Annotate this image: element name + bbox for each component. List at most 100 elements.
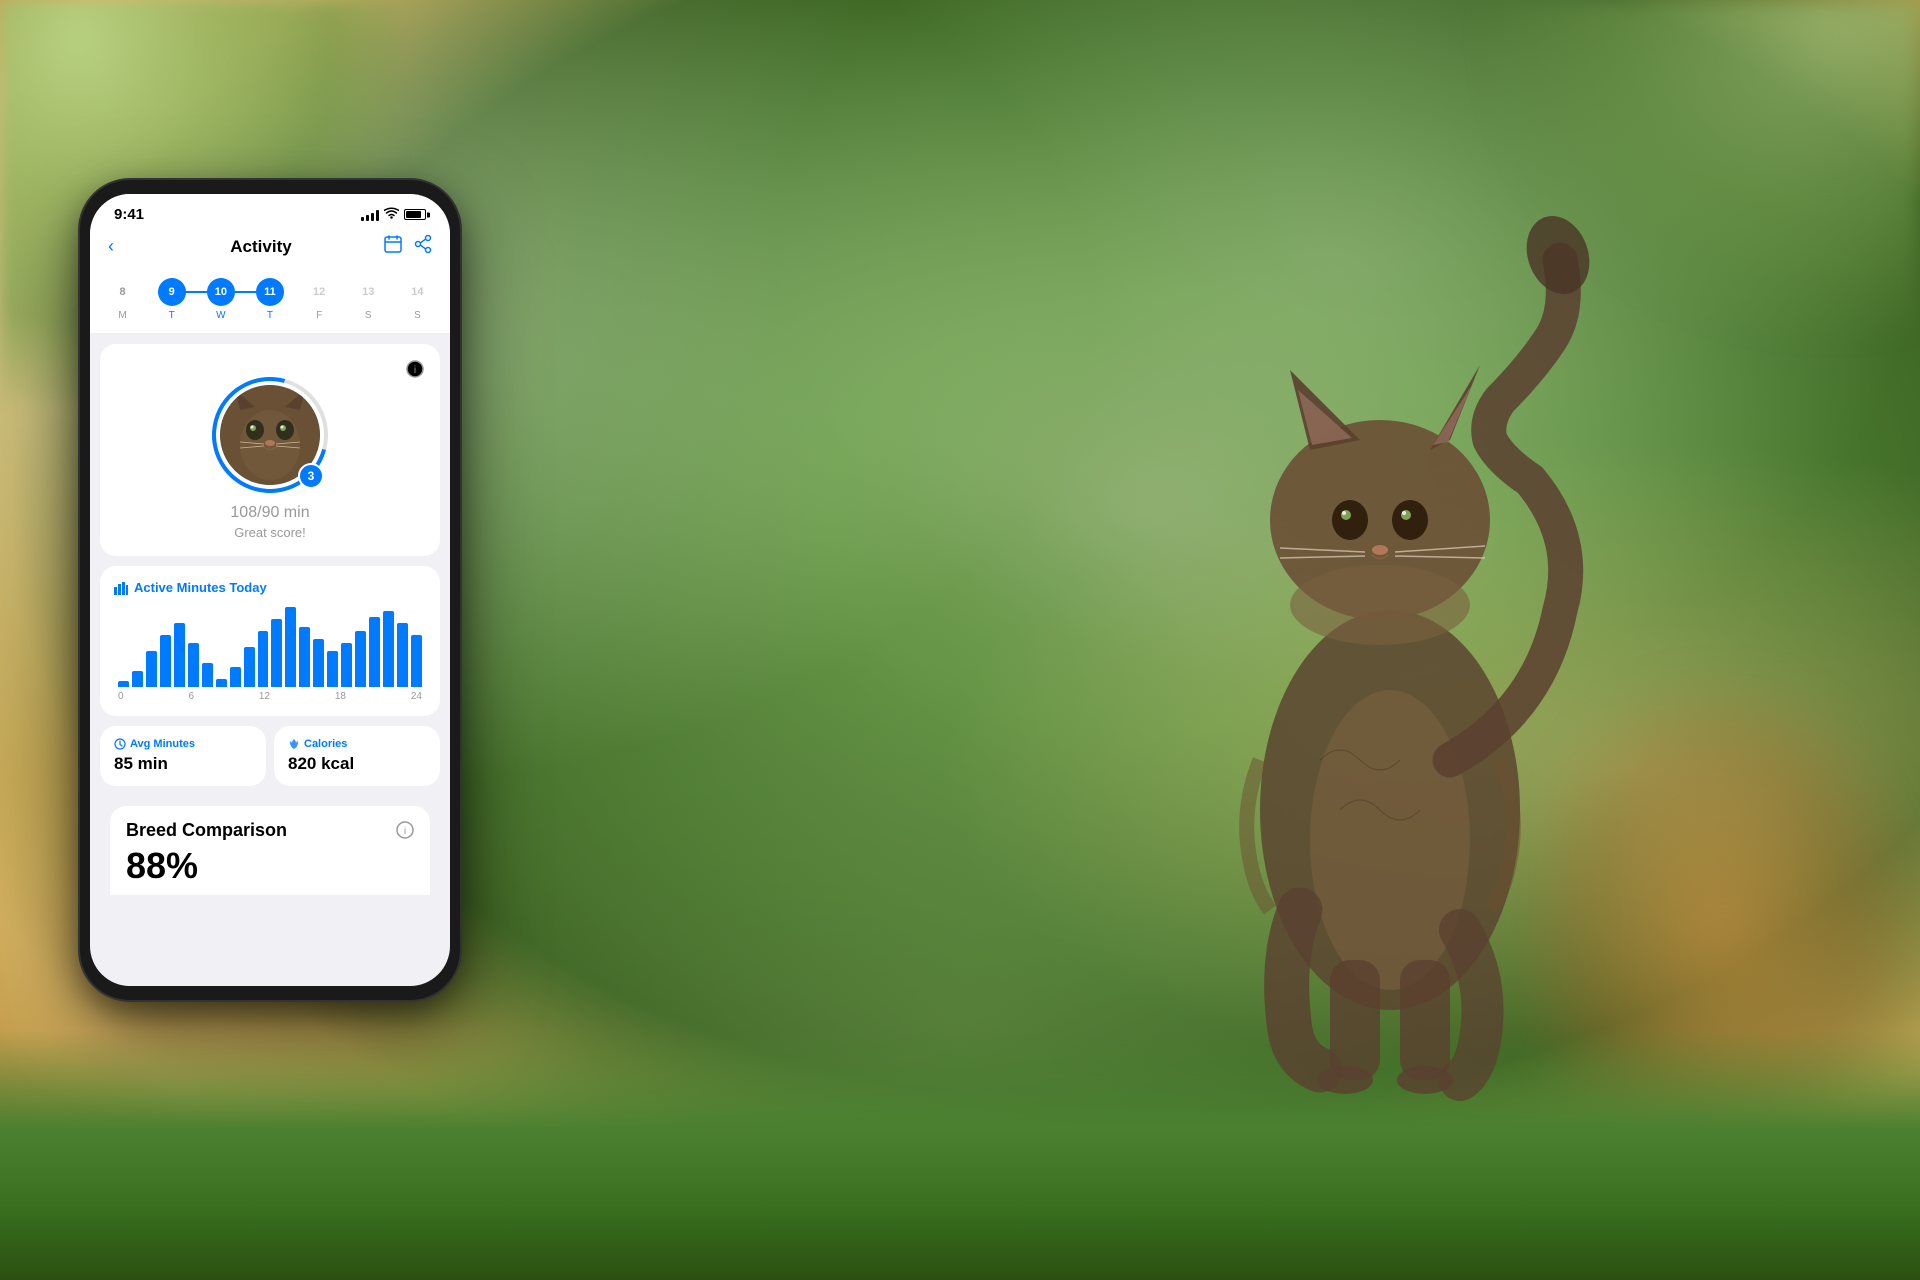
chart-label-12: 12: [259, 691, 270, 702]
date-item-sat[interactable]: 13 S: [354, 278, 382, 321]
signal-bar-3: [371, 213, 374, 221]
chart-bar-9: [230, 667, 241, 687]
chart-title: Active Minutes Today: [114, 580, 426, 595]
date-circle-14[interactable]: 14: [403, 278, 431, 306]
header-icons: [384, 235, 432, 258]
calories-label: Calories: [288, 738, 426, 750]
chart-bar-13: [285, 607, 296, 687]
avatar-progress-ring: [191, 356, 349, 514]
status-time: 9:41: [114, 206, 144, 223]
date-day-thu: T: [267, 310, 273, 321]
chart-label-24: 24: [411, 691, 422, 702]
bar-chart-icon: [114, 581, 128, 595]
chart-bar-8: [216, 679, 227, 687]
avg-minutes-label-text: Avg Minutes: [130, 738, 195, 750]
chart-bar-10: [244, 647, 255, 687]
chart-bar-11: [258, 631, 269, 687]
chart-bar-20: [383, 611, 394, 687]
chart-bar-15: [313, 639, 324, 687]
share-icon[interactable]: [414, 235, 432, 258]
avg-minutes-label: Avg Minutes: [114, 738, 252, 750]
battery-fill: [406, 211, 421, 218]
chart-bar-12: [271, 619, 282, 687]
date-day-fri: F: [316, 310, 322, 321]
avg-minutes-value: 85 min: [114, 754, 252, 774]
date-day-tue: T: [169, 310, 175, 321]
activity-score: 108/90 min: [230, 497, 309, 523]
date-circle-12[interactable]: 12: [305, 278, 333, 306]
activity-card: i: [100, 344, 440, 556]
chart-bar-4: [160, 635, 171, 687]
status-bar: 9:41: [90, 194, 450, 227]
signal-bar-4: [376, 210, 379, 221]
calories-card: Calories 820 kcal: [274, 726, 440, 786]
chart-bar-5: [174, 623, 185, 687]
chart-bar-18: [355, 631, 366, 687]
chart-bar-6: [188, 643, 199, 687]
date-item-tue[interactable]: 9 T: [158, 278, 186, 321]
app-content: i: [90, 334, 450, 895]
chart-title-text: Active Minutes Today: [134, 580, 267, 595]
wifi-icon: [384, 207, 399, 222]
chart-label-6: 6: [188, 691, 194, 702]
chart-label-0: 0: [118, 691, 124, 702]
battery-icon: [404, 209, 426, 220]
chart-label-18: 18: [335, 691, 346, 702]
chart-bar-3: [146, 651, 157, 687]
date-circle-11[interactable]: 11: [256, 278, 284, 306]
phone-device: 9:41: [80, 180, 480, 1040]
breed-info-icon[interactable]: i: [396, 821, 414, 844]
chart-bar-17: [341, 643, 352, 687]
date-item-thu[interactable]: 11 T: [256, 278, 284, 321]
signal-bars-icon: [361, 209, 379, 221]
breed-section: Breed Comparison i 88%: [90, 796, 450, 895]
breed-percentage: 88%: [126, 845, 414, 887]
breed-comparison-title: Breed Comparison: [126, 820, 287, 841]
chart-card: Active Minutes Today: [100, 566, 440, 716]
score-label: Great score!: [234, 525, 306, 540]
calories-label-text: Calories: [304, 738, 347, 750]
chart-area: [114, 607, 426, 687]
date-day-wed: W: [216, 310, 225, 321]
date-day-sat: S: [365, 310, 372, 321]
phone-frame: 9:41: [80, 180, 460, 1000]
chart-bar-16: [327, 651, 338, 687]
calendar-icon[interactable]: [384, 235, 402, 258]
svg-text:i: i: [414, 365, 416, 376]
chart-bar-19: [369, 617, 380, 687]
chart-bar-2: [132, 671, 143, 687]
phone-screen: 9:41: [90, 194, 450, 986]
score-current: 108: [230, 504, 257, 521]
date-item-wed[interactable]: 10 W: [207, 278, 235, 321]
chart-bar-1: [118, 681, 129, 687]
stats-row: Avg Minutes 85 min Calories 820 kcal: [100, 726, 440, 786]
date-circle-8[interactable]: 8: [109, 278, 137, 306]
chart-bar-21: [397, 623, 408, 687]
status-icons: [361, 207, 426, 222]
date-item-fri[interactable]: 12 F: [305, 278, 333, 321]
date-day-mon: M: [118, 310, 126, 321]
app-header: ‹ Activity: [90, 227, 450, 268]
date-circle-13[interactable]: 13: [354, 278, 382, 306]
pet-avatar-container: 3: [220, 385, 320, 485]
flame-icon: [288, 738, 300, 750]
score-target: 90 min: [262, 504, 310, 521]
avg-minutes-card: Avg Minutes 85 min: [100, 726, 266, 786]
chart-bar-22: [411, 635, 422, 687]
date-item-sun[interactable]: 14 S: [403, 278, 431, 321]
date-day-sun: S: [414, 310, 421, 321]
date-circle-9[interactable]: 9: [158, 278, 186, 306]
svg-text:i: i: [404, 826, 406, 837]
signal-bar-2: [366, 215, 369, 221]
signal-bar-1: [361, 217, 364, 221]
chart-bar-14: [299, 627, 310, 687]
back-button[interactable]: ‹: [108, 236, 138, 257]
activity-badge: 3: [298, 463, 324, 489]
cat-illustration: [1040, 60, 1740, 1240]
info-button[interactable]: i: [406, 360, 424, 381]
calories-value: 820 kcal: [288, 754, 426, 774]
date-circle-10[interactable]: 10: [207, 278, 235, 306]
clock-icon: [114, 738, 126, 750]
date-item-mon[interactable]: 8 M: [109, 278, 137, 321]
date-selector[interactable]: 8 M 9 T 10: [90, 268, 450, 334]
